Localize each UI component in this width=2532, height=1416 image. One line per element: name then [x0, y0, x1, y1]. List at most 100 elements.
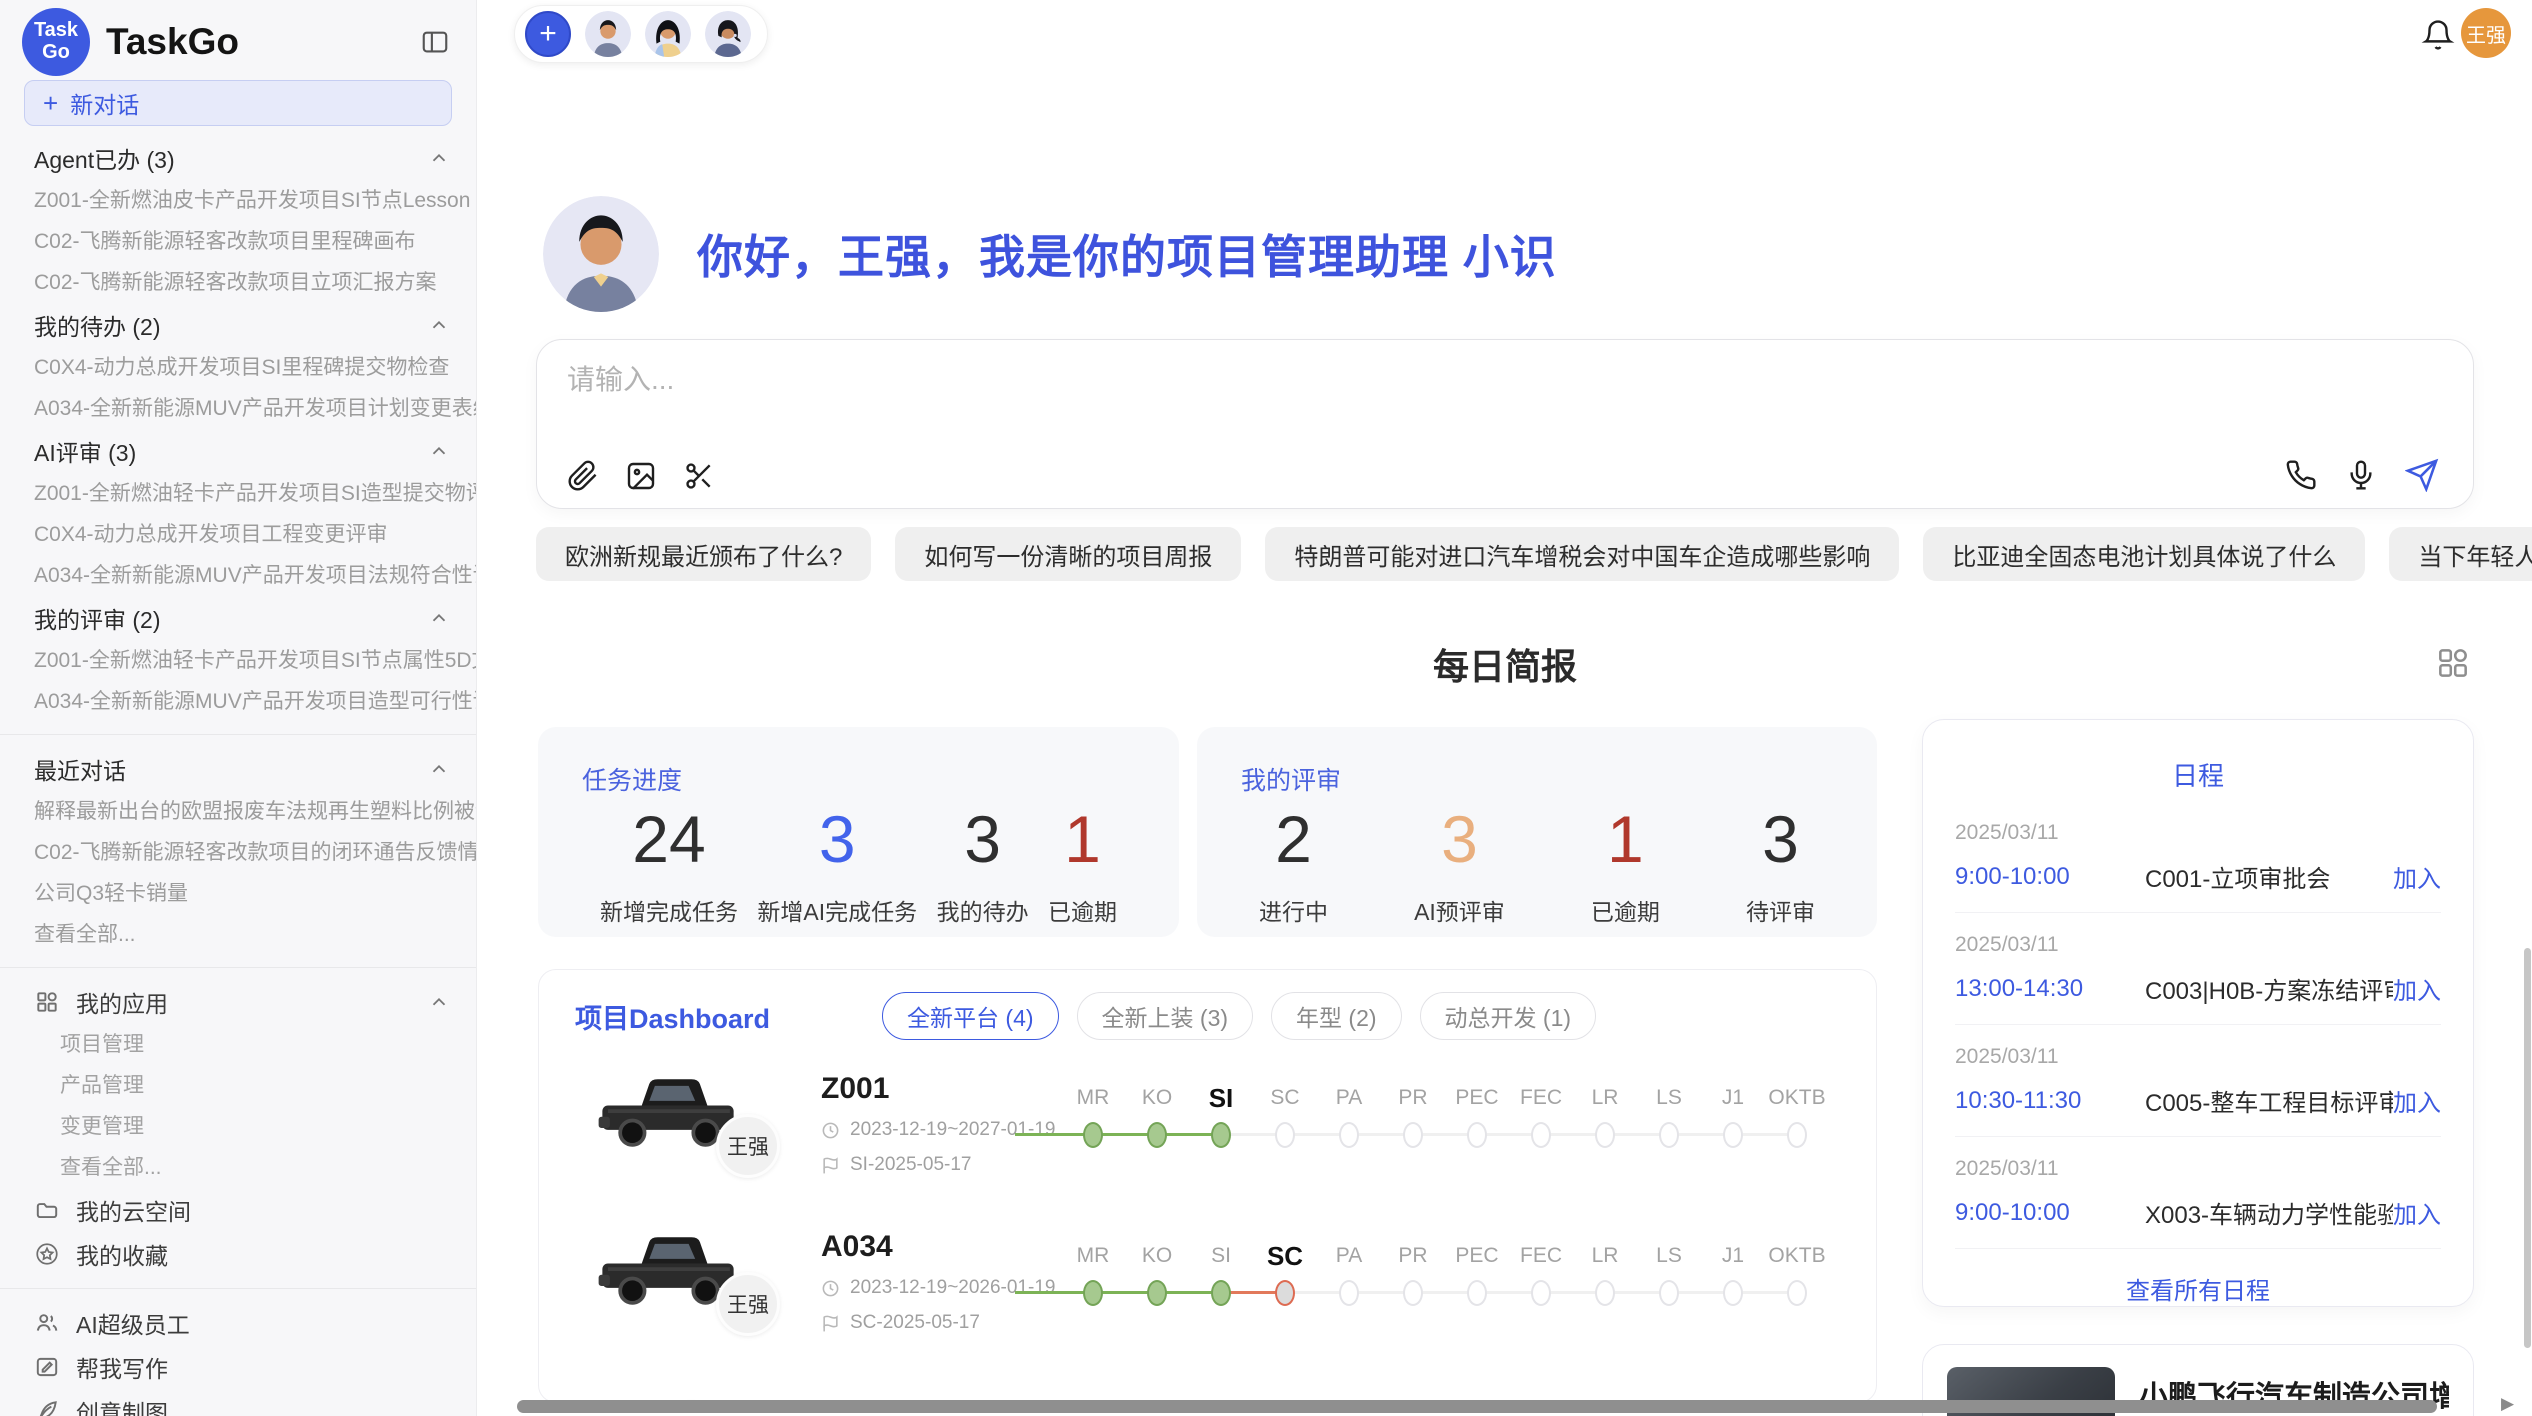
chevron-up-icon[interactable]	[428, 991, 450, 1013]
sidebar-item-help-write[interactable]: 帮我写作	[0, 1345, 476, 1389]
assistant-avatar	[543, 196, 659, 312]
list-item[interactable]: 公司Q3轻卡销量	[0, 873, 476, 914]
list-item[interactable]: A034-全新新能源MUV产品开发项目法规符合性评审	[0, 555, 476, 596]
list-item[interactable]: Z001-全新燃油轻卡产品开发项目SI节点属性5D文件评审	[0, 640, 476, 681]
view-all-recent[interactable]: 查看全部...	[0, 914, 476, 955]
list-item[interactable]: C02-飞腾新能源轻客改款项目立项汇报方案	[0, 262, 476, 303]
section-header-ai-review[interactable]: AI评审 (3)	[0, 429, 476, 473]
milestone-mr: MR	[1061, 1238, 1125, 1306]
list-item[interactable]: C02-飞腾新能源轻客改款项目的闭环通告反馈情况	[0, 832, 476, 873]
milestone-dot	[1403, 1122, 1423, 1148]
sidebar-item-my-apps[interactable]: 我的应用	[0, 980, 476, 1024]
owner-badge: 王强	[716, 1114, 780, 1178]
stat-overdue: 1 已逾期	[1048, 801, 1117, 927]
milestone-timeline: MR KO SI SC PA PR PEC FEC LR LS J1 OKTB	[1061, 1080, 1829, 1148]
greeting-text: 你好，王强，我是你的项目管理助理 小识	[697, 221, 1557, 287]
milestone-dot	[1147, 1122, 1167, 1148]
tab-new-upfit[interactable]: 全新上装 (3)	[1077, 992, 1254, 1040]
attachment-icon[interactable]	[567, 460, 599, 492]
chevron-up-icon[interactable]	[428, 147, 450, 169]
sidebar-item-project-mgmt[interactable]: 项目管理	[0, 1024, 476, 1065]
tab-powertrain-dev[interactable]: 动总开发 (1)	[1420, 992, 1597, 1040]
sidebar-item-change-mgmt[interactable]: 变更管理	[0, 1106, 476, 1147]
mic-icon[interactable]	[2345, 459, 2377, 491]
join-button[interactable]: 加入	[2393, 1083, 2441, 1118]
milestone-dot	[1531, 1122, 1551, 1148]
milestone-pr: PR	[1381, 1080, 1445, 1148]
list-item[interactable]: C0X4-动力总成开发项目工程变更评审	[0, 514, 476, 555]
project-dashboard-card: 项目Dashboard 全新平台 (4) 全新上装 (3) 年型 (2) 动总开…	[538, 969, 1877, 1403]
scroll-right-arrow[interactable]: ▶	[2501, 1394, 2514, 1414]
list-item[interactable]: A034-全新新能源MUV产品开发项目造型可行性评审	[0, 681, 476, 722]
event-title: X003-车辆动力学性能验...	[2145, 1195, 2393, 1230]
project-date-range: 2023-12-19~2027-01-19	[821, 1119, 1055, 1141]
agent-avatar-2[interactable]	[645, 11, 691, 57]
vertical-scrollbar[interactable]	[2524, 948, 2531, 1348]
sidebar-item-cloud-space[interactable]: 我的云空间	[0, 1188, 476, 1232]
user-avatar[interactable]: 王强	[2461, 8, 2511, 58]
greeting-block: 你好，王强，我是你的项目管理助理 小识	[543, 196, 1557, 312]
sidebar-item-ai-super-staff[interactable]: AI超级员工	[0, 1301, 476, 1345]
tab-all-new-platform[interactable]: 全新平台 (4)	[882, 992, 1059, 1040]
card-title: 我的评审	[1197, 727, 1877, 797]
sidebar-item-creative-draw[interactable]: 创意制图	[0, 1389, 476, 1416]
section-header-agent-done[interactable]: Agent已办 (3)	[0, 136, 476, 180]
chevron-up-icon[interactable]	[428, 758, 450, 780]
milestone-si: SI	[1189, 1080, 1253, 1148]
stat-value: 3	[757, 801, 917, 877]
chevron-up-icon[interactable]	[428, 440, 450, 462]
bell-icon[interactable]	[2421, 18, 2455, 52]
input-tools	[567, 460, 715, 492]
milestone-pec: PEC	[1445, 1238, 1509, 1306]
list-item[interactable]: C0X4-动力总成开发项目SI里程碑提交物检查	[0, 347, 476, 388]
join-button[interactable]: 加入	[2393, 859, 2441, 894]
date-range-text: 2023-12-19~2026-01-19	[850, 1277, 1055, 1299]
suggestion-chip[interactable]: 当下年轻人对汽车外观有怎样的喜好趋势	[2389, 527, 2532, 581]
stat-label: 新增AI完成任务	[757, 893, 917, 927]
join-button[interactable]: 加入	[2393, 1195, 2441, 1230]
add-agent-button[interactable]: +	[525, 11, 571, 57]
project-row-z001[interactable]: 王强 Z001 2023-12-19~2027-01-19 SI-2025-05…	[539, 1062, 1876, 1220]
section-header-recent[interactable]: 最近对话	[0, 747, 476, 791]
list-item[interactable]: Z001-全新燃油皮卡产品开发项目SI节点Lesson Learn报告	[0, 180, 476, 221]
image-icon[interactable]	[625, 460, 657, 492]
project-row-a034[interactable]: 王强 A034 2023-12-19~2026-01-19 SC-2025-05…	[539, 1220, 1876, 1378]
scissors-icon[interactable]	[683, 460, 715, 492]
clock-icon	[821, 1279, 840, 1298]
schedule-event: 2025/03/11 10:30-11:30 C005-整车工程目标评审 加入	[1955, 1025, 2441, 1137]
tab-year-model[interactable]: 年型 (2)	[1271, 992, 1402, 1040]
milestone-j1: J1	[1701, 1080, 1765, 1148]
layout-grid-icon[interactable]	[2434, 644, 2472, 682]
section-title: AI评审 (3)	[34, 434, 136, 468]
milestone-dot	[1083, 1122, 1103, 1148]
send-icon[interactable]	[2405, 458, 2439, 492]
suggestion-chip[interactable]: 欧洲新规最近颁布了什么?	[536, 527, 871, 581]
list-item[interactable]: C02-飞腾新能源轻客改款项目里程碑画布	[0, 221, 476, 262]
view-all-apps[interactable]: 查看全部...	[0, 1147, 476, 1188]
section-header-my-todo[interactable]: 我的待办 (2)	[0, 303, 476, 347]
phone-icon[interactable]	[2285, 459, 2317, 491]
agent-avatar-1[interactable]	[585, 11, 631, 57]
horizontal-scrollbar[interactable]	[517, 1400, 2437, 1413]
join-button[interactable]: 加入	[2393, 971, 2441, 1006]
new-chat-button[interactable]: + 新对话	[24, 80, 452, 126]
list-item[interactable]: 解释最新出台的欧盟报废车法规再生塑料比例被调至15%...	[0, 791, 476, 832]
chat-input[interactable]	[567, 364, 2443, 396]
section-header-my-review[interactable]: 我的评审 (2)	[0, 596, 476, 640]
agent-avatar-3[interactable]	[705, 11, 751, 57]
sidebar-item-product-mgmt[interactable]: 产品管理	[0, 1065, 476, 1106]
list-item[interactable]: A034-全新新能源MUV产品开发项目计划变更表编写	[0, 388, 476, 429]
chevron-up-icon[interactable]	[428, 607, 450, 629]
milestone-lr: LR	[1573, 1080, 1637, 1148]
suggestion-chip[interactable]: 特朗普可能对进口汽车增税会对中国车企造成哪些影响	[1265, 527, 1899, 581]
suggestion-chip[interactable]: 如何写一份清晰的项目周报	[895, 527, 1241, 581]
milestone-dot	[1211, 1122, 1231, 1148]
suggestion-chip[interactable]: 比亚迪全固态电池计划具体说了什么	[1923, 527, 2365, 581]
list-item[interactable]: Z001-全新燃油轻卡产品开发项目SI造型提交物评审	[0, 473, 476, 514]
chevron-up-icon[interactable]	[428, 314, 450, 336]
sidebar-item-favorites[interactable]: 我的收藏	[0, 1232, 476, 1276]
view-all-schedule[interactable]: 查看所有日程	[1955, 1249, 2441, 1306]
project-date-range: 2023-12-19~2026-01-19	[821, 1277, 1055, 1299]
section-title: Agent已办 (3)	[34, 141, 175, 175]
collapse-sidebar-icon[interactable]	[420, 27, 450, 57]
